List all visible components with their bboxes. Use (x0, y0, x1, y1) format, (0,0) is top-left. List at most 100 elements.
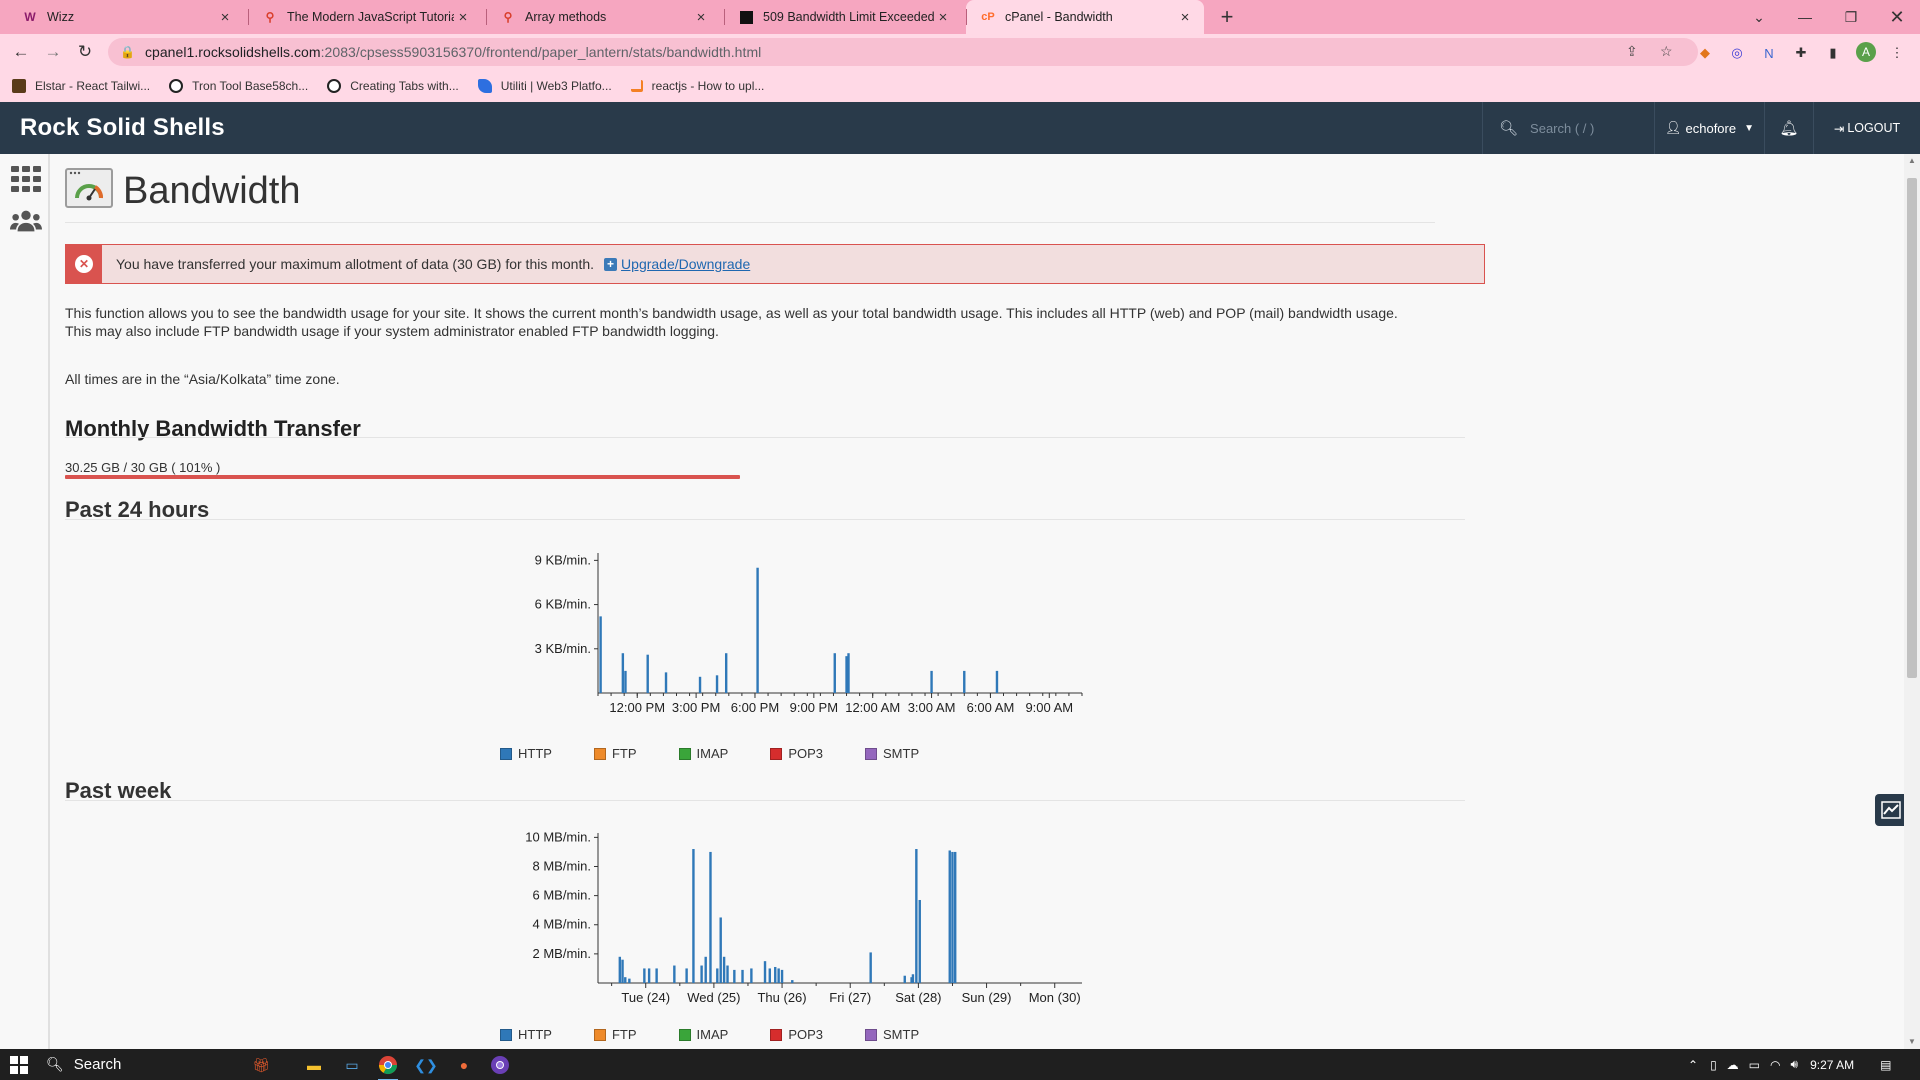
bookmark-reactjs-upload[interactable]: reactjs - How to upl... (630, 79, 764, 93)
bar-http (763, 961, 767, 983)
utiliti-icon (477, 79, 492, 93)
scroll-down-arrow-icon[interactable]: ▼ (1904, 1035, 1920, 1049)
forward-arrow-icon[interactable]: → (40, 39, 66, 65)
bookmark-utiliti[interactable]: Utiliti | Web3 Platfo... (477, 79, 612, 93)
close-tab-icon[interactable]: × (1176, 8, 1194, 26)
users-group-icon[interactable] (10, 206, 42, 236)
tab-modern-js-tutorial[interactable]: ⚲ The Modern JavaScript Tutorial × (248, 0, 482, 34)
tab-wizz[interactable]: W Wizz × (8, 0, 244, 34)
menu-kebab-icon[interactable]: ⋮ (1888, 44, 1906, 62)
bookmark-tron-tool[interactable]: Tron Tool Base58ch... (169, 79, 308, 93)
bar-http (750, 968, 753, 983)
bar-http (726, 965, 729, 983)
bar-http (768, 968, 771, 983)
extensions-puzzle-icon[interactable]: ✚ (1792, 44, 1810, 62)
tab-title: Array methods (525, 10, 607, 24)
x-tick-label: 9:00 AM (1025, 700, 1073, 715)
bookmark-label: Utiliti | Web3 Platfo... (500, 79, 612, 93)
apps-grid-icon[interactable] (10, 164, 42, 194)
bookmarks-bar: Elstar - React Tailwi... Tron Tool Base5… (0, 70, 1920, 102)
upgrade-downgrade-link[interactable]: Upgrade/Downgrade (621, 256, 750, 272)
y-tick-label: 9 KB/min. (535, 552, 591, 567)
postman-icon[interactable]: ● (452, 1053, 476, 1077)
search-icon: 🔍︎ (1499, 120, 1519, 137)
windows-taskbar: 🔍︎ Search 🎁︎ ▬ ▭ ❮❯ ● ⌃ ▯ ☁ ▭ ◠ 🔊︎ 9:27 … (0, 1049, 1920, 1080)
minimize-icon[interactable]: — (1782, 0, 1828, 34)
file-explorer-icon[interactable]: ▬ (302, 1053, 326, 1077)
close-window-icon[interactable]: ✕ (1874, 0, 1920, 34)
windows-start-icon[interactable] (10, 1056, 28, 1074)
tray-volume-icon[interactable]: 🔊︎ (1791, 1057, 1799, 1072)
bar-http (628, 978, 631, 983)
side-panel-icon[interactable]: ▮ (1824, 44, 1842, 62)
bar-http (685, 968, 688, 983)
notifications-bell-icon[interactable]: 🔔︎ (1764, 102, 1814, 154)
bar-http (733, 969, 736, 983)
tray-battery-icon[interactable]: ▯ (1710, 1058, 1717, 1072)
close-tab-icon[interactable]: × (216, 8, 234, 26)
tron-icon (169, 79, 184, 93)
extension-circle-icon[interactable]: ◎ (1728, 44, 1746, 62)
reload-icon[interactable]: ↻ (72, 39, 98, 65)
tray-wifi-icon[interactable]: ◠ (1770, 1058, 1780, 1072)
bar-http (918, 899, 921, 983)
bar-http (719, 917, 722, 983)
stats-chart-icon[interactable] (1875, 794, 1907, 826)
new-tab-button[interactable]: + (1214, 4, 1240, 30)
profile-avatar[interactable]: A (1856, 42, 1876, 62)
chrome-icon[interactable] (376, 1053, 400, 1080)
username: echofore (1685, 120, 1737, 136)
bar-http (646, 654, 649, 693)
tray-chevron-up-icon[interactable]: ⌃ (1688, 1058, 1698, 1072)
monthly-bandwidth-heading: Monthly Bandwidth Transfer (65, 416, 361, 441)
tab-cpanel-bandwidth[interactable]: cP cPanel - Bandwidth × (966, 0, 1204, 34)
bookmark-star-icon[interactable]: ☆ (1660, 43, 1673, 60)
share-icon[interactable]: ⇪ (1626, 43, 1638, 60)
search-input[interactable] (1530, 120, 1651, 136)
tray-network-icon[interactable]: ▭ (1749, 1058, 1760, 1072)
chrome-profile-icon[interactable] (488, 1053, 512, 1077)
legend-swatch (500, 1028, 512, 1041)
legend-label: FTP (611, 746, 637, 761)
weather-widget-icon[interactable]: 🎁︎ (238, 1053, 284, 1077)
taskbar-clock[interactable]: 9:27 AM (1810, 1058, 1854, 1072)
metamask-extension-icon[interactable]: ◆ (1696, 44, 1714, 62)
usage-text: 30.25 GB / 30 GB ( 101% ) (65, 460, 221, 475)
bar-http (833, 653, 836, 693)
vscode-icon[interactable]: ❮❯ (414, 1053, 438, 1077)
taskbar-search[interactable]: 🔍︎ Search (46, 1049, 121, 1080)
close-tab-icon[interactable]: × (934, 8, 952, 26)
address-bar[interactable]: 🔒 cpanel1.rocksolidshells.com:2083/cpses… (108, 38, 1698, 66)
logout-button[interactable]: ⇥ LOGOUT (1814, 102, 1920, 154)
close-tab-icon[interactable]: × (692, 8, 710, 26)
brand-logo-text[interactable]: Rock Solid Shells (20, 114, 225, 142)
user-menu[interactable]: 👤︎ echofore ▼ (1654, 102, 1764, 154)
bar-http (847, 653, 850, 693)
legend-label: HTTP (518, 746, 552, 761)
restore-window-icon[interactable]: ❐ (1828, 0, 1874, 34)
browser-tab-strip: W Wizz × ⚲ The Modern JavaScript Tutoria… (0, 0, 1920, 34)
legend-item-imap: IMAP (678, 746, 728, 761)
desktop-app-icon[interactable]: ▭ (340, 1053, 364, 1077)
bookmark-elstar[interactable]: Elstar - React Tailwi... (12, 79, 150, 93)
tab-array-methods[interactable]: ⚲ Array methods × (486, 0, 720, 34)
close-tab-icon[interactable]: × (454, 8, 472, 26)
tab-search-chevron-down-icon[interactable]: ⌄ (1736, 0, 1782, 34)
back-arrow-icon[interactable]: ← (8, 39, 34, 65)
tray-cloud-icon[interactable]: ☁ (1727, 1058, 1739, 1072)
error-x-icon: ✕ (75, 255, 93, 273)
scroll-up-arrow-icon[interactable]: ▲ (1904, 154, 1920, 168)
y-tick-label: 4 MB/min. (532, 917, 591, 932)
extension-n-icon[interactable]: N (1760, 44, 1778, 62)
bar-http (643, 968, 646, 983)
scrollbar-thumb[interactable] (1907, 178, 1917, 678)
bookmark-creating-tabs[interactable]: Creating Tabs with... (327, 79, 459, 93)
past-24-hours-legend: HTTP FTP IMAP POP3 SMTP (500, 746, 961, 761)
page-scrollbar[interactable]: ▲ ▼ (1904, 154, 1920, 1049)
notifications-icon[interactable]: ▤ (1880, 1058, 1891, 1072)
past-24-hours-chart: 3 KB/min. 6 KB/min. 9 KB/min. 12:00 PM 3:00 … (450, 545, 1100, 725)
users-group-svg (10, 210, 42, 232)
bar-http (599, 616, 602, 693)
tab-509-bandwidth-limit[interactable]: 509 Bandwidth Limit Exceeded × (724, 0, 962, 34)
legend-swatch (593, 747, 606, 760)
